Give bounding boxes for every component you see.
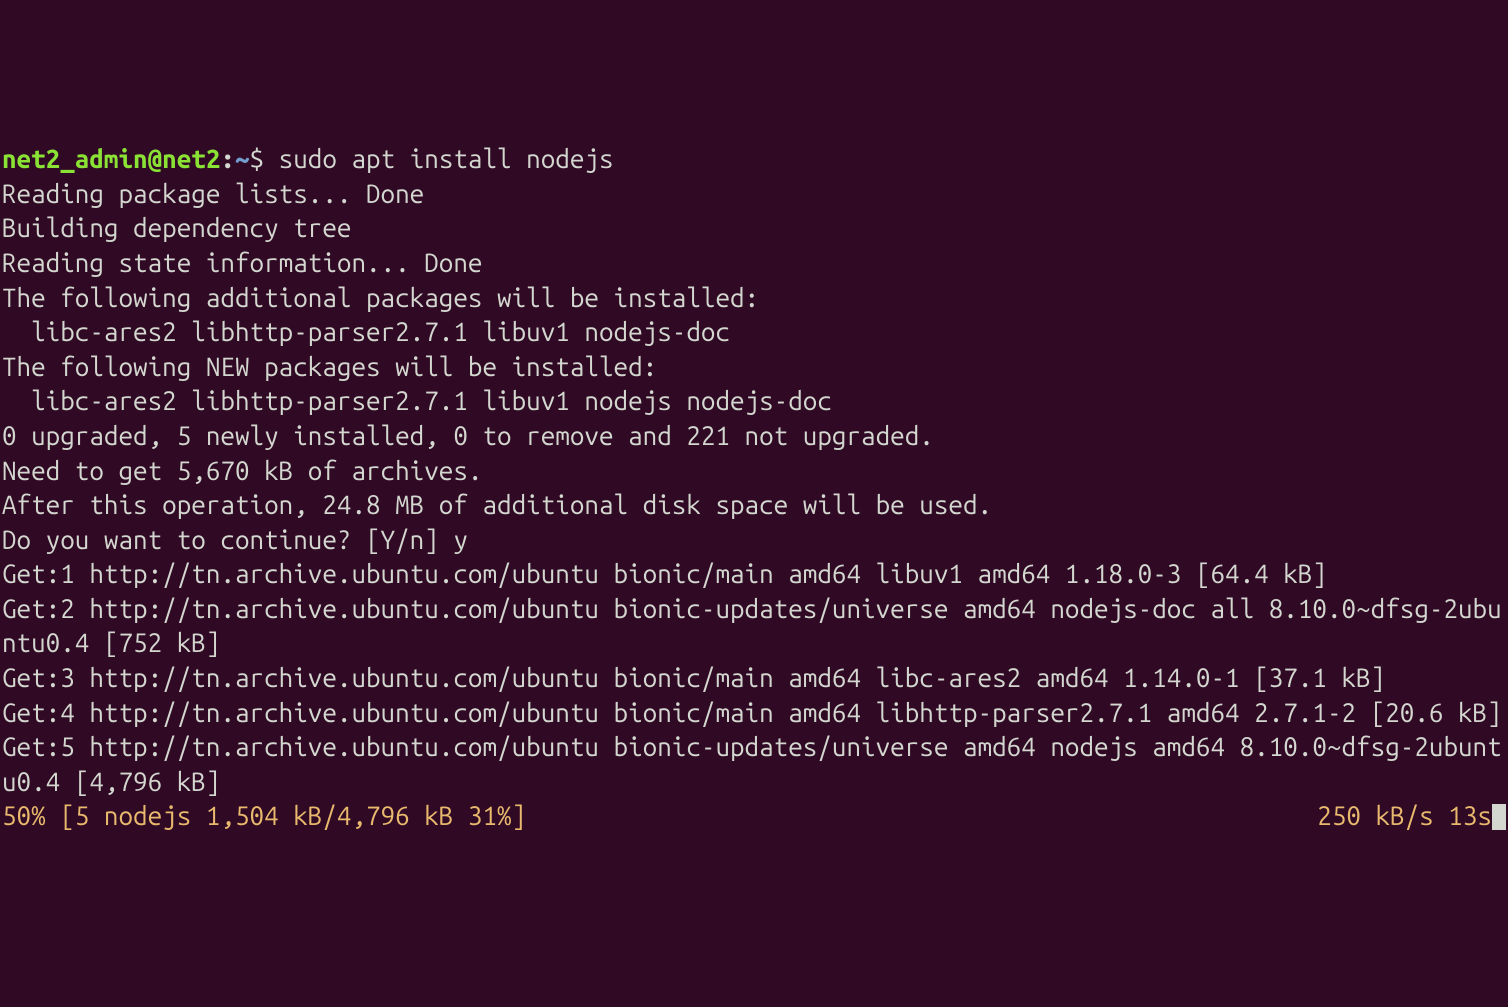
progress-right: 250 kB/s 13s xyxy=(1317,799,1506,834)
prompt-user-host: net2_admin@net2 xyxy=(2,144,220,173)
output-line: Get:3 http://tn.archive.ubuntu.com/ubunt… xyxy=(2,661,1506,696)
output-line: libc-ares2 libhttp-parser2.7.1 libuv1 no… xyxy=(2,315,1506,350)
cursor xyxy=(1492,804,1506,830)
progress-left: 50% [5 nodejs 1,504 kB/4,796 kB 31%] xyxy=(2,799,526,834)
output-line: Do you want to continue? [Y/n] y xyxy=(2,523,1506,558)
output-line: Reading package lists... Done xyxy=(2,177,1506,212)
output-line: The following additional packages will b… xyxy=(2,281,1506,316)
progress-speed-eta: 250 kB/s 13s xyxy=(1317,801,1492,830)
prompt-path: ~ xyxy=(235,144,250,173)
output-line: Get:1 http://tn.archive.ubuntu.com/ubunt… xyxy=(2,557,1506,592)
output-line: libc-ares2 libhttp-parser2.7.1 libuv1 no… xyxy=(2,384,1506,419)
output-line: Get:5 http://tn.archive.ubuntu.com/ubunt… xyxy=(2,730,1506,799)
output-line: Building dependency tree xyxy=(2,211,1506,246)
output-line: Reading state information... Done xyxy=(2,246,1506,281)
output-line: The following NEW packages will be insta… xyxy=(2,350,1506,385)
prompt-line: net2_admin@net2:~$ sudo apt install node… xyxy=(2,142,1506,177)
prompt-symbol: $ xyxy=(250,144,279,173)
output-line: Need to get 5,670 kB of archives. xyxy=(2,454,1506,489)
output-line: After this operation, 24.8 MB of additio… xyxy=(2,488,1506,523)
progress-bar-line: 50% [5 nodejs 1,504 kB/4,796 kB 31%] 250 … xyxy=(2,799,1506,834)
output-line: Get:4 http://tn.archive.ubuntu.com/ubunt… xyxy=(2,696,1506,731)
terminal-output[interactable]: net2_admin@net2:~$ sudo apt install node… xyxy=(2,142,1506,834)
command-text: sudo apt install nodejs xyxy=(279,144,614,173)
output-line: Get:2 http://tn.archive.ubuntu.com/ubunt… xyxy=(2,592,1506,661)
prompt-separator: : xyxy=(220,144,235,173)
output-line: 0 upgraded, 5 newly installed, 0 to remo… xyxy=(2,419,1506,454)
